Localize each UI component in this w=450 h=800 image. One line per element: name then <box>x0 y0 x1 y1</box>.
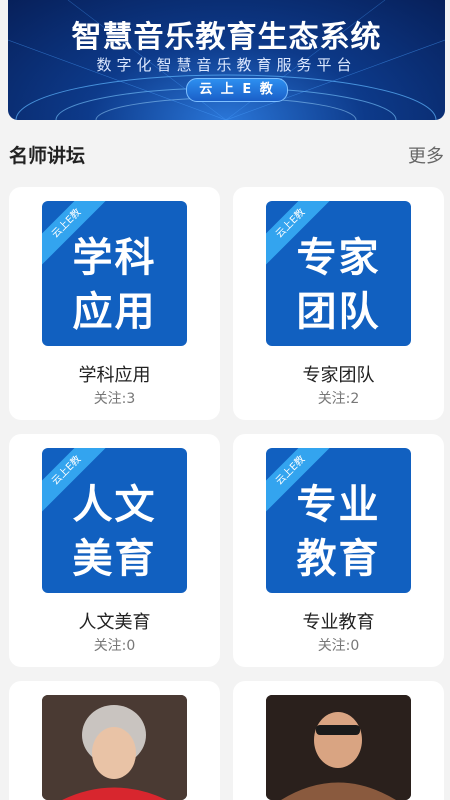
teacher-photo <box>266 695 411 800</box>
card-thumbnail: 云上E教 人文 美育 <box>42 448 187 593</box>
thumb-text-line1: 专家 <box>296 235 381 281</box>
card-teacher-2[interactable] <box>233 681 444 800</box>
thumb-text-line1: 人文 <box>72 482 157 528</box>
thumb-text-line2: 团队 <box>296 289 381 335</box>
card-professional-education[interactable]: 云上E教 专业 教育 专业教育 关注:0 <box>233 434 444 667</box>
follow-count: 关注:0 <box>93 638 136 654</box>
follow-count: 关注:2 <box>317 391 360 407</box>
thumb-text-line2: 教育 <box>296 536 381 582</box>
card-name: 专业教育 <box>302 612 375 633</box>
thumb-text-line1: 专业 <box>296 482 381 528</box>
portrait-image <box>42 695 187 800</box>
card-thumbnail: 云上E教 学科 应用 <box>42 201 187 346</box>
follow-count: 关注:3 <box>93 391 136 407</box>
banner-subtitle: 数字化智慧音乐教育服务平台 <box>96 56 357 74</box>
card-subject-application[interactable]: 云上E教 学科 应用 学科应用 关注:3 <box>9 187 220 420</box>
card-name: 人文美育 <box>78 612 151 633</box>
card-thumbnail: 云上E教 专家 团队 <box>266 201 411 346</box>
thumb-text-line2: 应用 <box>72 289 157 335</box>
teacher-photo <box>42 695 187 800</box>
card-thumbnail: 云上E教 专业 教育 <box>266 448 411 593</box>
banner-badge: 云 上 E 教 <box>186 78 288 102</box>
banner-title: 智慧音乐教育生态系统 <box>71 20 382 55</box>
follow-count: 关注:0 <box>317 638 360 654</box>
portrait-image <box>266 695 411 800</box>
card-humanities-aesthetic[interactable]: 云上E教 人文 美育 人文美育 关注:0 <box>9 434 220 667</box>
card-name: 学科应用 <box>78 365 151 386</box>
more-link[interactable]: 更多 <box>408 142 444 168</box>
top-banner[interactable]: 智慧音乐教育生态系统 数字化智慧音乐教育服务平台 云 上 E 教 <box>8 0 445 120</box>
card-expert-team[interactable]: 云上E教 专家 团队 专家团队 关注:2 <box>233 187 444 420</box>
section-title: 名师讲坛 <box>9 145 86 167</box>
thumb-text-line2: 美育 <box>72 536 157 582</box>
thumb-text-line1: 学科 <box>72 235 157 281</box>
card-teacher-1[interactable] <box>9 681 220 800</box>
card-name: 专家团队 <box>302 365 375 386</box>
